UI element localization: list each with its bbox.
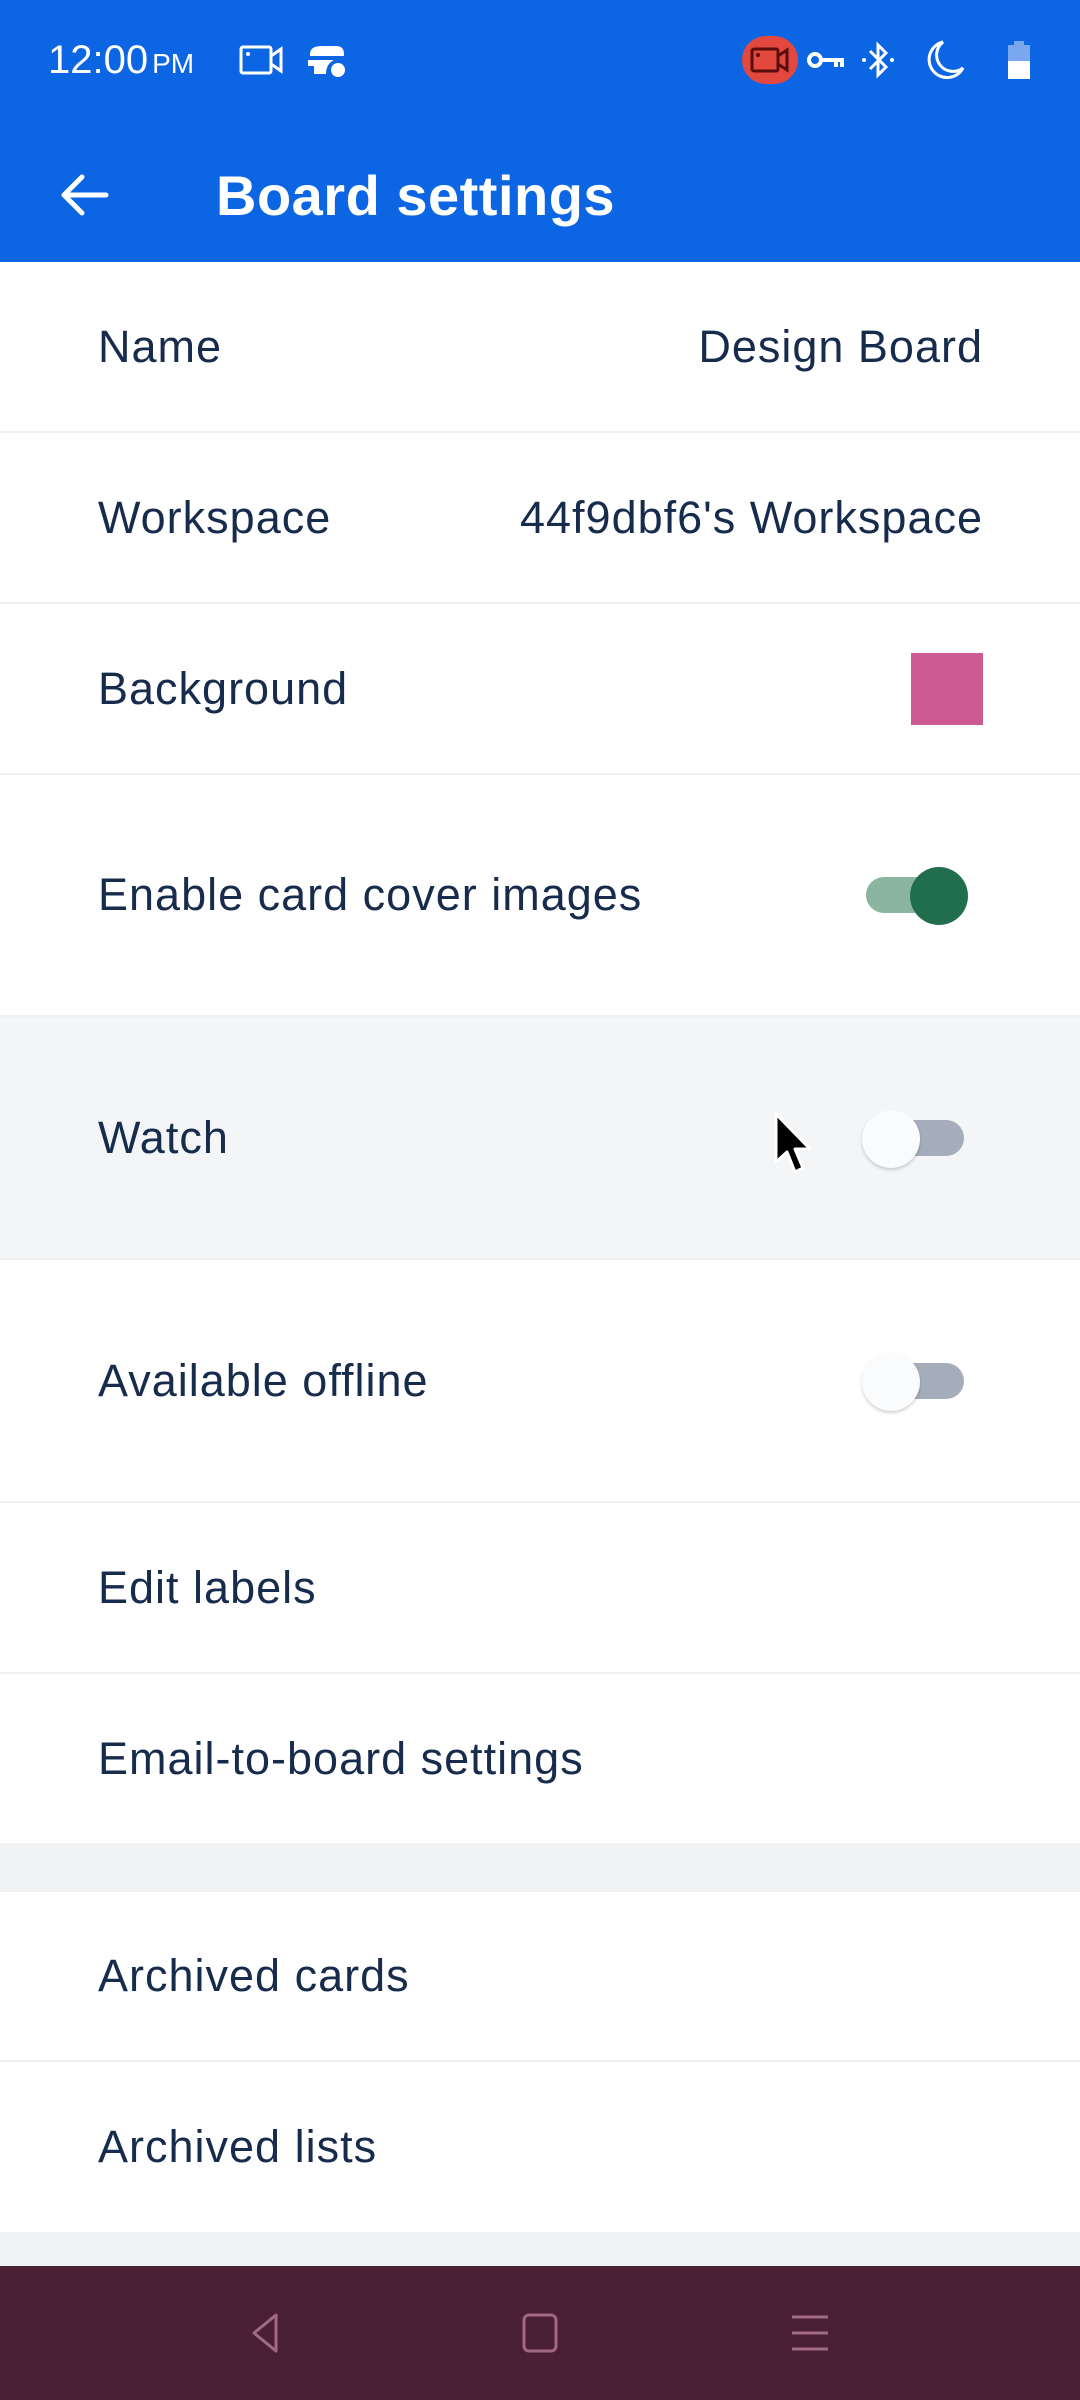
- email-to-board-label: Email-to-board settings: [98, 1732, 584, 1784]
- name-value: Design Board: [698, 320, 983, 372]
- watch-row: Watch: [0, 1017, 1080, 1260]
- back-triangle-icon: [252, 2313, 278, 2353]
- archived-cards-label: Archived cards: [98, 1950, 410, 2001]
- time-text: 12:00: [48, 38, 149, 82]
- system-nav-bar: [0, 2266, 1080, 2400]
- recording-active-icon: [742, 36, 798, 84]
- edit-labels-row[interactable]: Edit labels: [0, 1503, 1080, 1674]
- status-bar: 12:00 PM: [0, 0, 1080, 125]
- settings-list: Name Design Board Workspace 44f9dbf6's W…: [0, 262, 1080, 1843]
- background-color-swatch[interactable]: [911, 652, 983, 725]
- toggle-knob: [862, 1109, 920, 1168]
- toggle-knob: [862, 1352, 920, 1411]
- ampm-text: PM: [152, 48, 195, 79]
- name-label: Name: [98, 320, 223, 372]
- nav-home-button[interactable]: [500, 2296, 580, 2370]
- archived-lists-label: Archived lists: [98, 2121, 378, 2172]
- screen-record-icon: [236, 36, 286, 84]
- toggle-knob: [910, 867, 968, 925]
- workspace-row[interactable]: Workspace 44f9dbf6's Workspace: [0, 433, 1080, 604]
- archived-lists-row[interactable]: Archived lists: [0, 2062, 1080, 2232]
- home-square-icon: [522, 2313, 558, 2353]
- edit-labels-label: Edit labels: [98, 1561, 317, 1613]
- page-title: Board settings: [216, 164, 616, 227]
- mouse-cursor-icon: [772, 1112, 818, 1183]
- offline-toggle[interactable]: [862, 1352, 964, 1411]
- nav-back-button[interactable]: [226, 2296, 306, 2370]
- card-cover-row: Enable card cover images: [0, 775, 1080, 1017]
- email-to-board-row[interactable]: Email-to-board settings: [0, 1674, 1080, 1843]
- nav-recents-button[interactable]: [770, 2296, 850, 2370]
- archive-list: Archived cards Archived lists: [0, 1892, 1080, 2232]
- back-button[interactable]: [44, 155, 124, 235]
- vpn-key-icon: [806, 36, 846, 84]
- archived-cards-row[interactable]: Archived cards: [0, 1892, 1080, 2062]
- workspace-value: 44f9dbf6's Workspace: [519, 491, 983, 543]
- cast-icon: [302, 36, 350, 84]
- bluetooth-icon: [858, 36, 898, 84]
- watch-label: Watch: [98, 1111, 229, 1163]
- offline-label: Available offline: [98, 1354, 429, 1406]
- app-bar: Board settings: [0, 125, 1080, 262]
- battery-icon: [1004, 36, 1034, 84]
- arrow-left-icon: [61, 174, 109, 216]
- background-label: Background: [98, 662, 349, 714]
- card-cover-label: Enable card cover images: [98, 869, 643, 920]
- workspace-label: Workspace: [98, 491, 332, 543]
- do-not-disturb-moon-icon: [922, 36, 968, 84]
- offline-row: Available offline: [0, 1260, 1080, 1503]
- watch-toggle[interactable]: [862, 1109, 964, 1168]
- background-row[interactable]: Background: [0, 604, 1080, 775]
- name-row[interactable]: Name Design Board: [0, 262, 1080, 433]
- card-cover-toggle[interactable]: [866, 867, 968, 925]
- status-time: 12:00 PM: [48, 38, 194, 83]
- recents-menu-icon: [792, 2315, 828, 2351]
